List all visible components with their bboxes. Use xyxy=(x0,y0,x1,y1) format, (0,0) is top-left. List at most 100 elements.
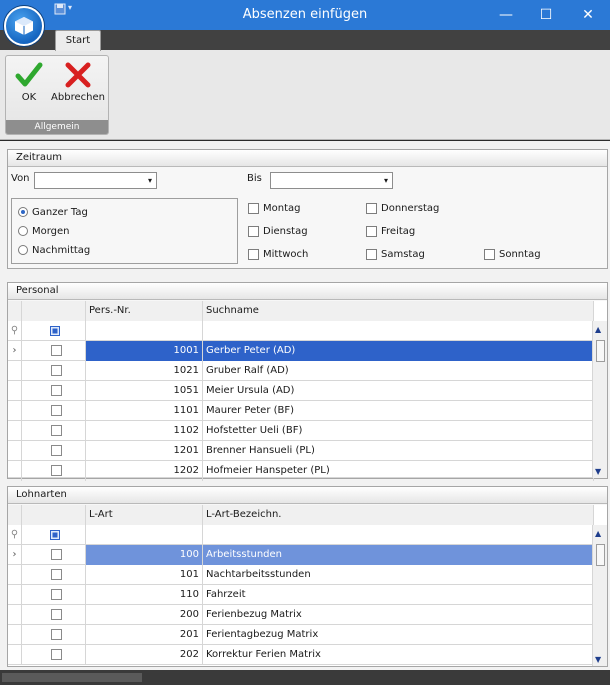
table-row[interactable]: 1102 Hofstetter Ueli (BF) xyxy=(8,421,594,441)
row-select-cell[interactable] xyxy=(22,441,86,461)
table-row[interactable]: › 1001 Gerber Peter (AD) xyxy=(8,341,594,361)
radio-morgen[interactable]: Morgen xyxy=(18,224,70,238)
row-select-cell[interactable] xyxy=(22,625,86,645)
row-select-cell[interactable] xyxy=(22,341,86,361)
lohnarten-header: Lohnarten xyxy=(8,487,607,504)
scroll-up-icon[interactable]: ▲ xyxy=(595,325,601,334)
checkbox-samstag[interactable]: Samstag xyxy=(366,247,425,261)
table-row[interactable]: 1202 Hofmeier Hanspeter (PL) xyxy=(8,461,594,481)
checkbox-dienstag[interactable]: Dienstag xyxy=(248,224,308,238)
cell-name: Hofmeier Hanspeter (PL) xyxy=(203,461,594,481)
lohnarten-vertical-scrollbar[interactable]: ▲ ▼ xyxy=(592,525,607,666)
row-checkbox[interactable] xyxy=(51,405,62,416)
row-indicator-icon xyxy=(8,461,22,481)
scroll-thumb[interactable] xyxy=(596,340,605,362)
minimize-button[interactable]: — xyxy=(486,0,526,30)
checkbox-label: Donnerstag xyxy=(381,202,440,214)
radio-nachmittag[interactable]: Nachmittag xyxy=(18,243,90,257)
row-select-cell[interactable] xyxy=(22,565,86,585)
radio-ganzer-tag[interactable]: Ganzer Tag xyxy=(18,205,88,219)
scroll-down-icon[interactable]: ▼ xyxy=(595,467,601,476)
ribbon-group-allgemein: OK Abbrechen Allgemein xyxy=(5,55,109,135)
row-checkbox[interactable] xyxy=(51,465,62,476)
filter-cell-l-art-bezeichn[interactable] xyxy=(203,525,594,545)
maximize-button[interactable]: ☐ xyxy=(526,0,566,30)
row-select-cell[interactable] xyxy=(22,645,86,665)
von-label: Von xyxy=(11,173,30,184)
grid-header-row: Pers.-Nr. Suchname xyxy=(8,301,594,321)
cell-name: Ferienbezug Matrix xyxy=(203,605,594,625)
column-header-suchname[interactable]: Suchname xyxy=(203,301,594,321)
row-select-cell[interactable] xyxy=(22,585,86,605)
row-select-cell[interactable] xyxy=(22,361,86,381)
table-row[interactable]: 1201 Brenner Hansueli (PL) xyxy=(8,441,594,461)
filter-cell-pers-nr[interactable] xyxy=(86,321,203,341)
table-row[interactable]: 201 Ferientagbezug Matrix xyxy=(8,625,594,645)
chevron-down-icon[interactable]: ▾ xyxy=(148,176,152,185)
checkbox-label: Samstag xyxy=(381,248,425,260)
checkbox-montag[interactable]: Montag xyxy=(248,201,300,215)
bis-date-combo[interactable]: ▾ xyxy=(270,172,393,189)
row-checkbox[interactable] xyxy=(51,589,62,600)
select-all-icon[interactable] xyxy=(50,326,60,336)
table-row[interactable]: 1051 Meier Ursula (AD) xyxy=(8,381,594,401)
table-row[interactable]: 101 Nachtarbeitsstunden xyxy=(8,565,594,585)
table-row[interactable]: 110 Fahrzeit xyxy=(8,585,594,605)
scroll-up-icon[interactable]: ▲ xyxy=(595,529,601,538)
table-row[interactable]: 200 Ferienbezug Matrix xyxy=(8,605,594,625)
row-select-cell[interactable] xyxy=(22,461,86,481)
row-select-cell[interactable] xyxy=(22,605,86,625)
row-checkbox[interactable] xyxy=(51,345,62,356)
row-checkbox[interactable] xyxy=(51,445,62,456)
table-row[interactable]: › 100 Arbeitsstunden xyxy=(8,545,594,565)
row-checkbox[interactable] xyxy=(51,365,62,376)
row-select-cell[interactable] xyxy=(22,401,86,421)
select-all-icon[interactable] xyxy=(50,530,60,540)
column-header-l-art-bezeichn[interactable]: L-Art-Bezeichn. xyxy=(203,505,594,525)
filter-icon[interactable]: ⚲ xyxy=(8,321,22,341)
row-checkbox[interactable] xyxy=(51,385,62,396)
row-checkbox[interactable] xyxy=(51,549,62,560)
row-checkbox[interactable] xyxy=(51,569,62,580)
select-all-cell[interactable] xyxy=(22,321,86,341)
checkbox-label: Mittwoch xyxy=(263,248,309,260)
cell-name: Gerber Peter (AD) xyxy=(203,341,594,361)
table-row[interactable]: 202 Korrektur Ferien Matrix xyxy=(8,645,594,665)
checkbox-freitag[interactable]: Freitag xyxy=(366,224,415,238)
lohnarten-section: Lohnarten L-Art L-Art-Bezeichn. ⚲ › 100 Ar… xyxy=(7,486,608,667)
scroll-down-icon[interactable]: ▼ xyxy=(595,655,601,664)
row-checkbox[interactable] xyxy=(51,649,62,660)
row-checkbox[interactable] xyxy=(51,629,62,640)
table-row[interactable]: 1101 Maurer Peter (BF) xyxy=(8,401,594,421)
row-indicator-icon xyxy=(8,565,22,585)
personal-vertical-scrollbar[interactable]: ▲ ▼ xyxy=(592,321,607,478)
filter-cell-suchname[interactable] xyxy=(203,321,594,341)
von-date-combo[interactable]: ▾ xyxy=(34,172,157,189)
column-header-pers-nr[interactable]: Pers.-Nr. xyxy=(86,301,203,321)
checkbox-box xyxy=(484,248,495,260)
table-row[interactable]: 1021 Gruber Ralf (AD) xyxy=(8,361,594,381)
filter-icon[interactable]: ⚲ xyxy=(8,525,22,545)
checkbox-donnerstag[interactable]: Donnerstag xyxy=(366,201,439,215)
row-select-cell[interactable] xyxy=(22,421,86,441)
row-indicator-icon xyxy=(8,625,22,645)
row-select-cell[interactable] xyxy=(22,381,86,401)
personal-header: Personal xyxy=(8,283,607,300)
filter-cell-l-art[interactable] xyxy=(86,525,203,545)
close-button[interactable]: ✕ xyxy=(568,0,608,30)
row-checkbox[interactable] xyxy=(51,425,62,436)
application-menu-button[interactable] xyxy=(4,6,44,46)
select-all-cell[interactable] xyxy=(22,525,86,545)
indicator-header xyxy=(8,301,22,321)
row-select-cell[interactable] xyxy=(22,545,86,565)
row-checkbox[interactable] xyxy=(51,609,62,620)
scroll-thumb[interactable] xyxy=(596,544,605,566)
checkbox-sonntag[interactable]: Sonntag xyxy=(484,247,541,261)
checkbox-box xyxy=(248,248,259,260)
checkbox-mittwoch[interactable]: Mittwoch xyxy=(248,247,308,261)
ok-button[interactable]: OK xyxy=(10,58,48,103)
column-header-l-art[interactable]: L-Art xyxy=(86,505,203,525)
cancel-button[interactable]: Abbrechen xyxy=(50,58,106,103)
chevron-down-icon[interactable]: ▾ xyxy=(384,176,388,185)
tab-start[interactable]: Start xyxy=(55,30,101,51)
